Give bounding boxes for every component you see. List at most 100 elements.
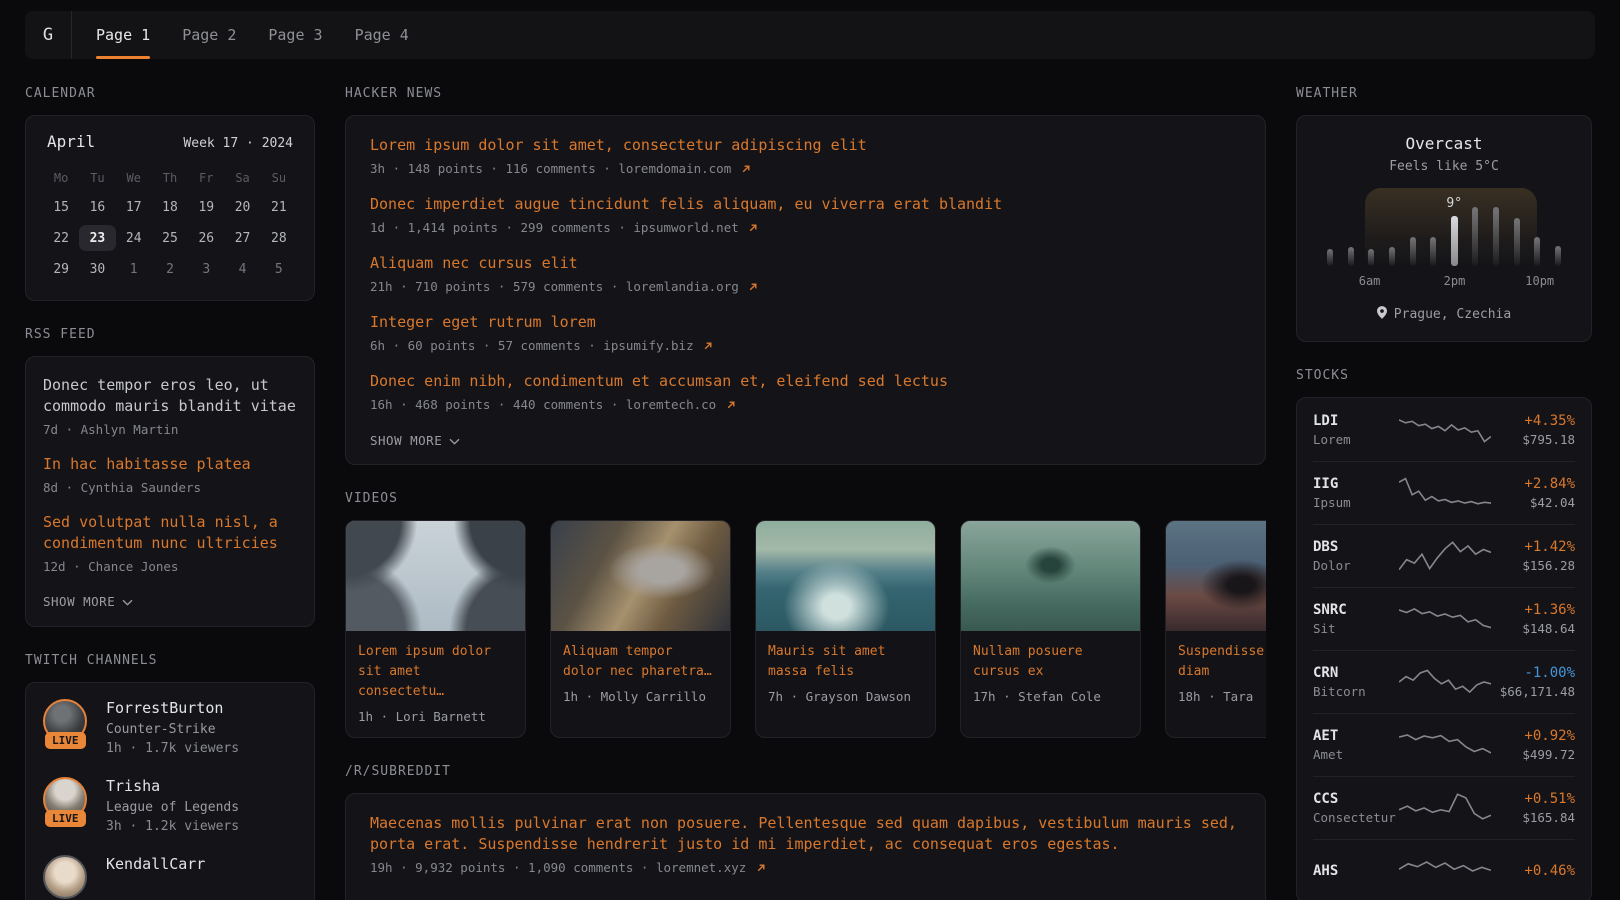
rss-item-title: Donec tempor eros leo, ut commodo mauris…: [43, 375, 297, 417]
rss-item[interactable]: Donec tempor eros leo, ut commodo mauris…: [43, 375, 297, 437]
video-card[interactable]: Lorem ipsum dolor sit amet consectetu…1h…: [345, 520, 526, 738]
tab-page-2[interactable]: Page 2: [182, 11, 236, 59]
stock-change: +0.92%: [1522, 728, 1575, 744]
stocks-widget-title: STOCKS: [1296, 368, 1592, 383]
rss-item-meta: 8d · Cynthia Saunders: [43, 480, 297, 495]
twitch-channel-meta: 1h · 1.7k viewers: [106, 741, 239, 756]
rss-item-meta: 12d · Chance Jones: [43, 559, 297, 574]
video-card[interactable]: Mauris sit amet massa felis 7h · Grayson …: [755, 520, 936, 738]
stock-price: $42.04: [1524, 495, 1575, 510]
stock-ticker: IIG: [1313, 476, 1399, 492]
external-link-icon: [756, 861, 766, 876]
rss-item[interactable]: In hac habitasse platea 8d · Cynthia Saun…: [43, 454, 297, 495]
rss-show-more-button[interactable]: SHOW MORE: [43, 594, 133, 609]
calendar-day: 21: [261, 194, 297, 220]
calendar-day-header: Fr: [188, 167, 224, 189]
weather-location-label: Prague, Czechia: [1394, 307, 1511, 322]
hackernews-item[interactable]: Integer eget rutrum lorem6h · 60 points …: [370, 312, 1241, 354]
calendar-day-header: We: [116, 167, 152, 189]
hackernews-item-meta: 21h · 710 points · 579 comments · loreml…: [370, 279, 1241, 295]
stock-name: Lorem: [1313, 432, 1399, 447]
weather-hourly-chart: 9°: [1325, 204, 1563, 266]
twitch-channel-name: KendallCarr: [106, 855, 205, 874]
stock-row[interactable]: CCSConsectetur+0.51%$165.84: [1313, 776, 1575, 839]
stock-row[interactable]: CRNBitcorn-1.00%$66,171.48: [1313, 650, 1575, 713]
calendar-day-header: Sa: [224, 167, 260, 189]
stock-row[interactable]: AETAmet+0.92%$499.72: [1313, 713, 1575, 776]
video-meta: 18h · Tara: [1178, 689, 1266, 704]
calendar-day: 26: [188, 225, 224, 251]
weather-time-label: 10pm: [1525, 274, 1554, 288]
stock-row[interactable]: DBSDolor+1.42%$156.28: [1313, 524, 1575, 587]
stock-row[interactable]: SNRCSit+1.36%$148.64: [1313, 587, 1575, 650]
video-meta: 7h · Grayson Dawson: [768, 689, 923, 704]
subreddit-post[interactable]: Maecenas mollis pulvinar erat non posuer…: [370, 813, 1241, 876]
twitch-channel-row[interactable]: KendallCarr: [43, 855, 297, 899]
hackernews-item[interactable]: Aliquam nec cursus elit 21h · 710 points …: [370, 253, 1241, 295]
calendar-day-header: Mo: [43, 167, 79, 189]
stock-values: +1.42%$156.28: [1522, 539, 1575, 573]
hackernews-item[interactable]: Donec enim nibh, condimentum et accumsan…: [370, 371, 1241, 413]
hackernews-show-more-button[interactable]: SHOW MORE: [370, 433, 460, 448]
weather-bar: [1555, 246, 1561, 266]
weather-card: Overcast Feels like 5°C 9° 6am2pm10pm Pr…: [1296, 115, 1592, 342]
video-title: Mauris sit amet massa felis: [768, 642, 923, 682]
stock-sparkline: [1399, 664, 1491, 700]
videos-widget: VIDEOS Lorem ipsum dolor sit amet consec…: [345, 491, 1266, 738]
stock-price: $148.64: [1522, 621, 1575, 636]
stock-row[interactable]: LDILorem+4.35%$795.18: [1313, 398, 1575, 461]
calendar-day: 4: [224, 256, 260, 282]
weather-bar: [1472, 207, 1478, 266]
calendar-day: 17: [116, 194, 152, 220]
calendar-day: 2: [152, 256, 188, 282]
hackernews-item-meta: 6h · 60 points · 57 comments · ipsumify.…: [370, 338, 1241, 354]
weather-bar: [1514, 218, 1520, 266]
hackernews-item-title: Aliquam nec cursus elit: [370, 253, 1241, 274]
calendar-day: 22: [43, 225, 79, 251]
stock-change: +4.35%: [1522, 413, 1575, 429]
video-card-body: Mauris sit amet massa felis 7h · Grayson …: [756, 631, 935, 717]
hackernews-item-title: Lorem ipsum dolor sit amet, consectetur …: [370, 135, 1241, 156]
weather-condition: Overcast: [1315, 134, 1573, 153]
rss-item[interactable]: Sed volutpat nulla nisl, a condimentum n…: [43, 512, 297, 574]
video-card[interactable]: Aliquam tempor dolor nec pharetra…1h · M…: [550, 520, 731, 738]
hackernews-item[interactable]: Donec imperdiet augue tincidunt felis al…: [370, 194, 1241, 236]
weather-widget-title: WEATHER: [1296, 86, 1592, 101]
weather-time-label: 2pm: [1444, 274, 1466, 288]
calendar-day: 19: [188, 194, 224, 220]
pillars-thumbnail: [346, 521, 525, 631]
rss-widget: RSS FEED Donec tempor eros leo, ut commo…: [25, 327, 315, 627]
stock-info: SNRCSit: [1313, 602, 1399, 636]
video-card[interactable]: Suspendisse diam18h · Tara: [1165, 520, 1266, 738]
tab-page-4[interactable]: Page 4: [355, 11, 409, 59]
map-pin-icon: [1377, 306, 1387, 323]
weather-bar: [1327, 249, 1333, 266]
twitch-avatar-wrap: [43, 855, 91, 899]
weather-bar: [1348, 247, 1354, 266]
video-title: Aliquam tempor dolor nec pharetra…: [563, 642, 718, 682]
weather-location: Prague, Czechia: [1315, 306, 1573, 323]
stock-values: +2.84%$42.04: [1524, 476, 1575, 510]
twitch-channel-info: KendallCarr: [106, 855, 205, 874]
rss-item-title: In hac habitasse platea: [43, 454, 297, 475]
weather-bars: 9°: [1325, 204, 1563, 266]
calendar-widget-title: CALENDAR: [25, 86, 315, 101]
avatar: [43, 855, 87, 899]
rss-show-more-label: SHOW MORE: [43, 594, 115, 609]
stock-info: IIGIpsum: [1313, 476, 1399, 510]
tab-page-1[interactable]: Page 1: [96, 11, 150, 59]
tab-page-3[interactable]: Page 3: [268, 11, 322, 59]
hackernews-item-meta: 3h · 148 points · 116 comments · loremdo…: [370, 161, 1241, 177]
twitch-channel-row[interactable]: LIVETrishaLeague of Legends3h · 1.2k vie…: [43, 777, 297, 834]
twitch-channel-row[interactable]: LIVEForrestBurtonCounter-Strike1h · 1.7k…: [43, 699, 297, 756]
hackernews-item-title: Donec enim nibh, condimentum et accumsan…: [370, 371, 1241, 392]
calendar-day: 18: [152, 194, 188, 220]
app-logo[interactable]: G: [25, 11, 72, 59]
hackernews-item-meta: 1d · 1,414 points · 299 comments · ipsum…: [370, 220, 1241, 236]
stock-row[interactable]: AHS+0.46%: [1313, 839, 1575, 900]
video-card[interactable]: Nullam posuere cursus ex17h · Stefan Col…: [960, 520, 1141, 738]
subreddit-card: Maecenas mollis pulvinar erat non posuer…: [345, 793, 1266, 900]
stock-row[interactable]: IIGIpsum +2.84%$42.04: [1313, 461, 1575, 524]
hackernews-item[interactable]: Lorem ipsum dolor sit amet, consectetur …: [370, 135, 1241, 177]
calendar-day: 15: [43, 194, 79, 220]
